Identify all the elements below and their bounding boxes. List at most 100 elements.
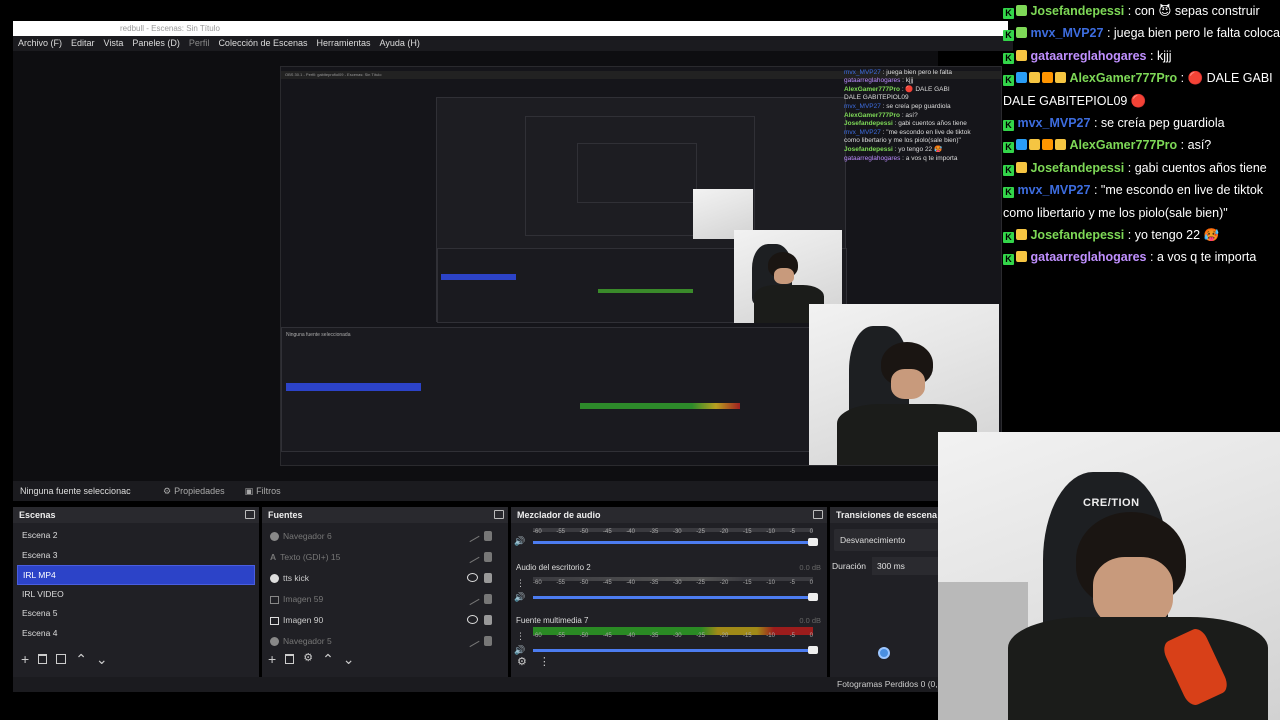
nested-mixer-meter [580,403,740,409]
source-item[interactable]: Imagen 59 [262,589,508,610]
scene-item-selected[interactable]: IRL MP4 [17,565,255,585]
kick-badge-icon: K [1003,30,1014,42]
lock-icon[interactable] [484,573,492,583]
more-icon[interactable]: ⋮ [516,579,525,588]
meter-tick-label: -55 [556,580,565,586]
lock-icon[interactable] [484,531,492,541]
source-item[interactable]: Navegador 6 [262,526,508,547]
chat-username[interactable]: AlexGamer777Pro [1069,71,1177,85]
meter-tick-label: -45 [602,529,612,535]
status-bar: Fotogramas Perdidos 0 (0, [13,677,938,692]
filter-scene-button[interactable] [56,654,67,664]
user-badge-icon [1016,27,1027,39]
chat-username[interactable]: gataarreglahogares [1030,250,1146,264]
more-icon[interactable]: ⋮ [516,632,525,641]
transition-select[interactable]: Desvanecimiento [834,529,938,551]
lock-icon[interactable] [484,636,492,646]
duration-input[interactable]: 300 ms [872,557,938,575]
source-item[interactable]: Imagen 90 [262,610,508,631]
chat-message: como libertario y me los piolo(sale bien… [1000,202,1280,224]
channel-name: Audio del escritorio 2 [516,563,591,572]
meter-tick-label: -50 [579,580,589,586]
kick-badge-icon: K [1003,120,1014,132]
remove-scene-button[interactable] [38,654,48,664]
menu-coleccion-escenas[interactable]: Colección de Escenas [218,38,307,51]
chat-username[interactable]: mvx_MVP27 [1017,116,1090,130]
menu-ayuda[interactable]: Ayuda (H) [380,38,420,51]
add-scene-button[interactable]: + [21,651,29,668]
lock-icon[interactable] [484,615,492,625]
chat-username[interactable]: Josefandepessi [1030,228,1124,242]
meter-tick-label: -25 [696,633,705,639]
chat-username[interactable]: gataarreglahogares [1030,49,1146,63]
chat-username[interactable]: AlexGamer777Pro [1069,138,1177,152]
menu-herramientas[interactable]: Herramientas [317,38,371,51]
scene-item[interactable]: Escena 3 [17,546,255,566]
scene-item[interactable]: Escena 4 [17,624,255,644]
chat-text: : así? [1180,138,1212,153]
eye-hidden-icon[interactable] [465,528,480,543]
scene-item[interactable]: IRL VIDEO [17,585,255,605]
eye-hidden-icon[interactable] [465,549,480,564]
move-down-button[interactable]: ⌄ [96,651,108,668]
volume-fader[interactable] [533,538,818,546]
mixer-menu-button[interactable]: ⋮ [539,655,550,668]
volume-fader[interactable] [533,646,818,654]
source-item[interactable]: A Texto (GDI+) 15 [262,547,508,568]
chat-username[interactable]: Josefandepessi [1030,4,1124,18]
meter-tick-label: -40 [626,633,635,639]
chat-text: DALE GABITEPIOL09 🔴 [1003,93,1147,108]
undock-icon[interactable] [494,510,504,519]
eye-icon[interactable] [467,615,478,624]
no-source-label: Ninguna fuente seleccionac [20,486,131,496]
speaker-icon[interactable]: 🔊 [514,536,525,547]
chat-text: : juega bien pero le falta coloca [1106,26,1280,41]
remove-source-button[interactable] [285,654,295,664]
scene-item[interactable]: Escena 5 [17,604,255,624]
source-settings-button[interactable]: ⚙ [303,651,313,668]
lock-icon[interactable] [484,552,492,562]
meter-tick-label: -60 [533,580,542,586]
meter-tick-label: -10 [766,580,775,586]
source-item[interactable]: Navegador 5 [262,631,508,652]
lock-icon[interactable] [484,594,492,604]
scene-item[interactable]: Escena 2 [17,526,255,546]
chat-username[interactable]: mvx_MVP27 [1030,26,1103,40]
eye-hidden-icon[interactable] [465,633,480,648]
user-badge-icon [1016,5,1027,16]
kick-badge-icon: K [1003,8,1014,19]
chat-overlay: K Josefandepessi : con 😈 sepas construir… [1000,0,1280,270]
mixer-settings-button[interactable]: ⚙ [517,655,527,668]
user-badge-icon [1042,139,1053,151]
menu-vista[interactable]: Vista [104,38,124,51]
filters-button[interactable]: ▣ Filtros [235,486,291,497]
nested-no-source: Ninguna fuente seleccionada [286,332,351,338]
menu-paneles[interactable]: Paneles (D) [132,38,180,51]
chat-message: K mvx_MVP27 : se creía pep guardiola [1000,112,1280,134]
chat-text: : con 😈 sepas construir [1127,4,1260,18]
menu-archivo[interactable]: Archivo (F) [18,38,62,51]
source-name: Imagen 90 [283,615,324,625]
chat-message: K gataarreglahogares : kjjj [1000,45,1280,67]
source-item[interactable]: tts kick [262,568,508,589]
menu-editar[interactable]: Editar [71,38,95,51]
chat-username[interactable]: Josefandepessi [1030,161,1124,175]
meter-tick-label: -40 [626,529,635,535]
menu-perfil[interactable]: Perfil [189,38,210,51]
chat-username[interactable]: mvx_MVP27 [1017,183,1090,197]
move-up-button[interactable]: ⌃ [322,651,334,668]
kick-badge-icon: K [1003,164,1014,176]
eye-icon[interactable] [467,573,478,582]
move-up-button[interactable]: ⌃ [75,651,87,668]
volume-fader[interactable] [533,593,818,601]
scenes-dock: Escenas Escena 2 Escena 3 IRL MP4 IRL VI… [13,507,259,692]
program-preview[interactable]: OBS 30.1 - Perfil: gabiteprofiol09 - Esc… [280,66,1002,466]
speaker-icon[interactable]: 🔊 [514,592,525,603]
eye-hidden-icon[interactable] [465,591,480,606]
undock-icon[interactable] [813,510,823,519]
properties-button[interactable]: ⚙ Propiedades [153,486,235,497]
add-source-button[interactable]: + [268,651,276,668]
move-down-button[interactable]: ⌄ [343,651,355,668]
undock-icon[interactable] [245,510,255,519]
duration-label: Duración [832,561,867,571]
